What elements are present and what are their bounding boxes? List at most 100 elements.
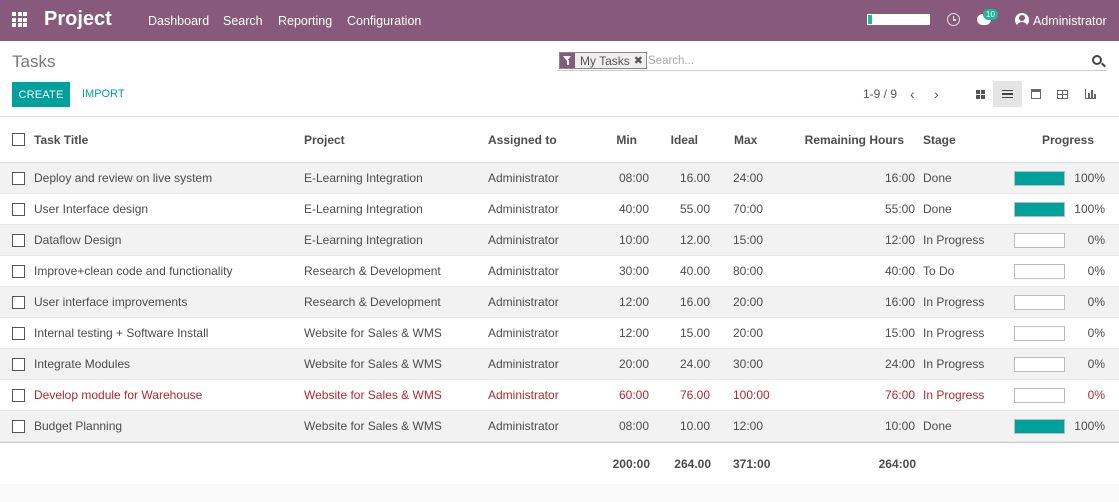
avatar[interactable]	[1015, 13, 1029, 27]
search-input[interactable]	[648, 53, 1068, 69]
table-row[interactable]: Dataflow Design E-Learning Integration Adm…	[0, 225, 1119, 256]
cell-assigned-to: Administrator	[488, 326, 559, 340]
col-min[interactable]: Min	[590, 118, 637, 163]
progress-bar	[1014, 419, 1065, 434]
cell-project: E-Learning Integration	[304, 171, 423, 185]
cell-progress-value: 0%	[1087, 264, 1105, 278]
facet-remove-icon[interactable]: ✖	[634, 54, 646, 67]
import-button[interactable]: IMPORT	[82, 88, 125, 100]
table-row[interactable]: Deploy and review on live system E-Learni…	[0, 163, 1119, 194]
row-checkbox[interactable]	[12, 172, 25, 185]
menu-reporting[interactable]: Reporting	[278, 14, 332, 28]
row-checkbox[interactable]	[12, 265, 25, 278]
cell-max: 70:00	[733, 202, 764, 216]
cell-project: Research & Development	[304, 264, 441, 278]
cell-max: 80:00	[733, 264, 764, 278]
cell-ideal: 24.00	[679, 357, 710, 371]
progress-bar	[1014, 202, 1065, 217]
table-row[interactable]: User Interface design E-Learning Integrat…	[0, 194, 1119, 225]
clock-icon[interactable]	[947, 13, 960, 26]
col-progress[interactable]: Progress	[1042, 118, 1094, 163]
col-project[interactable]: Project	[304, 118, 345, 163]
progress-bar-fill	[1015, 203, 1064, 216]
col-stage[interactable]: Stage	[923, 118, 956, 163]
pager-value[interactable]: 1-9 / 9	[863, 87, 897, 101]
table-row[interactable]: Develop module for Warehouse Website for …	[0, 380, 1119, 411]
search-facet[interactable]: My Tasks ✖	[559, 52, 648, 69]
progress-bar	[1014, 326, 1065, 341]
calendar-view-button[interactable]	[1021, 81, 1050, 107]
cell-ideal: 12.00	[679, 233, 710, 247]
cell-min: 12:00	[618, 326, 649, 340]
cell-min: 30:00	[618, 264, 649, 278]
cell-assigned-to: Administrator	[488, 388, 559, 402]
cell-max: 12:00	[733, 419, 764, 433]
row-checkbox[interactable]	[12, 389, 25, 402]
col-ideal[interactable]: Ideal	[650, 118, 698, 163]
calendar-icon	[1030, 89, 1041, 99]
cell-max: 20:00	[733, 326, 764, 340]
table-row[interactable]: Internal testing + Software Install Websi…	[0, 318, 1119, 349]
app-brand[interactable]: Project	[44, 8, 112, 31]
cell-progress-value: 100%	[1074, 202, 1105, 216]
menu-search[interactable]: Search	[223, 14, 263, 28]
graph-view-button[interactable]	[1076, 81, 1105, 107]
table-footer-totals: 200:00 264.00 371:00 264:00	[0, 442, 1119, 484]
col-max[interactable]: Max	[734, 118, 757, 163]
table-row[interactable]: User interface improvements Research & De…	[0, 287, 1119, 318]
page-title[interactable]: Tasks	[12, 52, 55, 72]
cell-remaining-hours: 76:00	[884, 388, 915, 402]
cell-progress-value: 100%	[1074, 171, 1105, 185]
menu-configuration[interactable]: Configuration	[347, 14, 421, 28]
row-checkbox[interactable]	[12, 234, 25, 247]
cell-task-title: Develop module for Warehouse	[34, 388, 203, 402]
timesheet-progress[interactable]	[867, 14, 930, 25]
create-button[interactable]: CREATE	[12, 82, 70, 107]
cell-task-title: Improve+clean code and functionality	[34, 264, 233, 278]
cell-project: Website for Sales & WMS	[304, 419, 442, 433]
col-remaining-hours[interactable]: Remaining Hours	[790, 118, 904, 163]
progress-bar	[1014, 171, 1065, 186]
pager-next-icon[interactable]: ›	[934, 86, 939, 102]
cell-max: 15:00	[733, 233, 764, 247]
cell-min: 20:00	[618, 357, 649, 371]
table-row[interactable]: Budget Planning Website for Sales & WMS Ad…	[0, 411, 1119, 442]
table-header: Task Title Project Assigned to Min Ideal…	[0, 118, 1119, 163]
row-checkbox[interactable]	[12, 203, 25, 216]
cell-stage: In Progress	[923, 357, 985, 371]
search-icon[interactable]	[1092, 55, 1102, 65]
cell-ideal: 55.00	[679, 202, 710, 216]
filter-icon	[560, 53, 575, 68]
col-assigned-to[interactable]: Assigned to	[488, 118, 557, 163]
cell-task-title: Integrate Modules	[34, 357, 131, 371]
chat-count-badge: 10	[983, 9, 998, 20]
cell-stage: Done	[923, 419, 952, 433]
cell-ideal: 16.00	[679, 171, 710, 185]
cell-remaining-hours: 12:00	[884, 233, 915, 247]
row-checkbox[interactable]	[12, 327, 25, 340]
pager-previous-icon[interactable]: ‹	[910, 86, 915, 102]
pivot-view-button[interactable]	[1048, 81, 1077, 107]
cell-stage: In Progress	[923, 388, 985, 402]
cell-progress-value: 0%	[1087, 233, 1105, 247]
col-task-title[interactable]: Task Title	[34, 118, 88, 163]
row-checkbox[interactable]	[12, 296, 25, 309]
total-min: 200:00	[612, 457, 650, 471]
table-row[interactable]: Integrate Modules Website for Sales & WMS…	[0, 349, 1119, 380]
top-navbar: Project Dashboard Search Reporting Confi…	[0, 0, 1119, 41]
pivot-table-icon	[1057, 89, 1068, 99]
apps-grid-icon[interactable]	[12, 12, 29, 27]
cell-task-title: User Interface design	[34, 202, 149, 216]
row-checkbox[interactable]	[12, 420, 25, 433]
menu-dashboard[interactable]: Dashboard	[148, 14, 209, 28]
kanban-view-button[interactable]	[966, 81, 995, 107]
user-menu[interactable]: Administrator	[1033, 14, 1107, 28]
table-row[interactable]: Improve+clean code and functionality Rese…	[0, 256, 1119, 287]
cell-stage: Done	[923, 202, 952, 216]
select-all-checkbox[interactable]	[12, 133, 25, 146]
total-ideal: 264.00	[674, 457, 711, 471]
row-checkbox[interactable]	[12, 358, 25, 371]
cell-max: 20:00	[733, 295, 764, 309]
cell-task-title: Internal testing + Software Install	[34, 326, 209, 340]
list-view-button[interactable]	[993, 81, 1022, 107]
